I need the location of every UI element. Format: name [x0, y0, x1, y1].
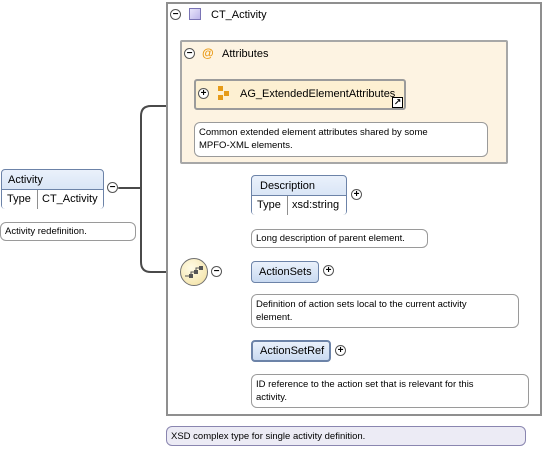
collapse-activity-toggle[interactable]: −	[107, 182, 118, 193]
description-element[interactable]: Description Type xsd:string	[251, 175, 347, 215]
expand-actionsetref-toggle[interactable]: +	[335, 345, 346, 356]
expand-actionsets-toggle[interactable]: +	[323, 265, 334, 276]
type-label: Type	[257, 199, 281, 211]
actionsetref-element[interactable]: ActionSetRef	[251, 340, 331, 362]
element-name: Description	[260, 180, 316, 192]
attribute-at-icon: @	[202, 46, 214, 60]
sequence-compositor-icon[interactable]	[180, 258, 208, 286]
complex-type-icon	[189, 8, 201, 20]
type-row: Type CT_Activity	[2, 189, 103, 209]
annotation-line: ID reference to the action set that is r…	[256, 379, 474, 390]
element-name: ActionSets	[259, 266, 312, 278]
actionsets-annotation: Definition of action sets local to the c…	[251, 294, 519, 328]
attribute-group-name: AG_ExtendedElementAttributes	[240, 88, 396, 100]
sequence-glyph	[185, 266, 203, 278]
expand-description-toggle[interactable]: +	[351, 189, 362, 200]
complex-type-annotation: XSD complex type for single activity def…	[166, 426, 526, 446]
annotation-line: Definition of action sets local to the c…	[256, 299, 467, 310]
annotation-line: Common extended element attributes share…	[199, 127, 428, 138]
annotation-line: MPFO-XML elements.	[199, 140, 293, 151]
actionsetref-annotation: ID reference to the action set that is r…	[251, 374, 529, 408]
type-value: CT_Activity	[42, 193, 98, 205]
element-name: Activity	[8, 174, 43, 186]
expand-attribute-group-toggle[interactable]: +	[198, 88, 209, 99]
attribute-group-annotation: Common extended element attributes share…	[194, 122, 488, 157]
attribute-group-icon	[218, 86, 230, 100]
actionsets-element[interactable]: ActionSets	[251, 261, 319, 283]
annotation-line: element.	[256, 312, 293, 323]
attributes-title: Attributes	[222, 48, 269, 60]
cell-divider	[37, 190, 38, 209]
type-value: xsd:string	[292, 199, 340, 211]
cell-divider	[287, 196, 288, 215]
collapse-sequence-toggle[interactable]: −	[211, 266, 222, 277]
description-annotation: Long description of parent element.	[251, 229, 428, 248]
collapse-attributes-toggle[interactable]: −	[184, 48, 195, 59]
collapse-complex-type-toggle[interactable]: −	[170, 9, 181, 20]
reference-arrow-icon[interactable]: ↗	[392, 97, 403, 108]
type-row: Type xsd:string	[252, 195, 346, 215]
annotation-line: activity.	[256, 392, 287, 403]
element-name: ActionSetRef	[260, 345, 325, 357]
activity-element[interactable]: Activity Type CT_Activity	[1, 169, 104, 209]
type-label: Type	[7, 193, 31, 205]
activity-annotation: Activity redefinition.	[0, 222, 136, 241]
complex-type-name: CT_Activity	[211, 9, 267, 21]
